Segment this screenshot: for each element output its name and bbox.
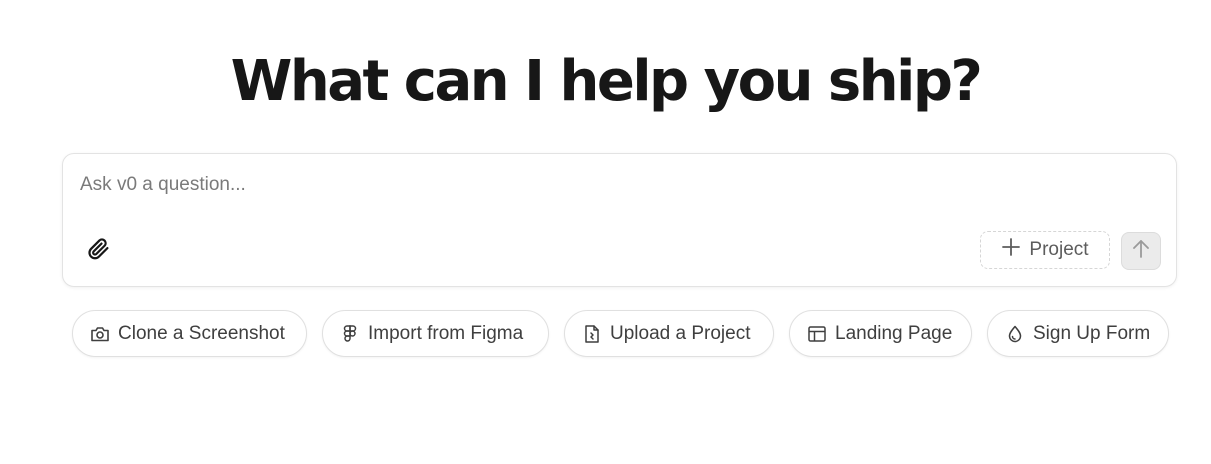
- plus-icon: [1001, 237, 1021, 263]
- figma-icon: [340, 324, 360, 344]
- file-upload-icon: [582, 324, 602, 344]
- suggestion-label: Upload a Project: [610, 322, 751, 344]
- add-project-button[interactable]: Project: [980, 231, 1110, 269]
- prompt-input[interactable]: [80, 174, 1150, 214]
- suggestion-label: Clone a Screenshot: [118, 322, 285, 344]
- page-title: What can I help you ship?: [230, 49, 983, 114]
- arrow-up-icon: [1130, 238, 1152, 265]
- suggestion-sign-up-form[interactable]: Sign Up Form: [987, 310, 1169, 357]
- suggestion-label: Import from Figma: [368, 322, 524, 344]
- suggestion-label: Landing Page: [835, 322, 953, 344]
- suggestion-clone-screenshot[interactable]: Clone a Screenshot: [72, 310, 307, 357]
- page: What can I help you ship? Project: [0, 0, 1211, 464]
- layout-icon: [807, 324, 827, 344]
- suggestion-upload-project[interactable]: Upload a Project: [564, 310, 774, 357]
- droplet-icon: [1005, 324, 1025, 344]
- prompt-composer: Project: [62, 153, 1177, 287]
- attach-button[interactable]: [83, 236, 113, 266]
- suggestion-landing-page[interactable]: Landing Page: [789, 310, 972, 357]
- suggestion-label: Sign Up Form: [1033, 322, 1151, 344]
- camera-icon: [90, 324, 110, 344]
- paperclip-icon: [86, 237, 110, 266]
- suggestion-import-figma[interactable]: Import from Figma: [322, 310, 549, 357]
- send-button[interactable]: [1121, 232, 1161, 270]
- add-project-label: Project: [1029, 239, 1089, 260]
- suggestion-list: Clone a Screenshot Import from Figma Upl…: [72, 310, 1172, 358]
